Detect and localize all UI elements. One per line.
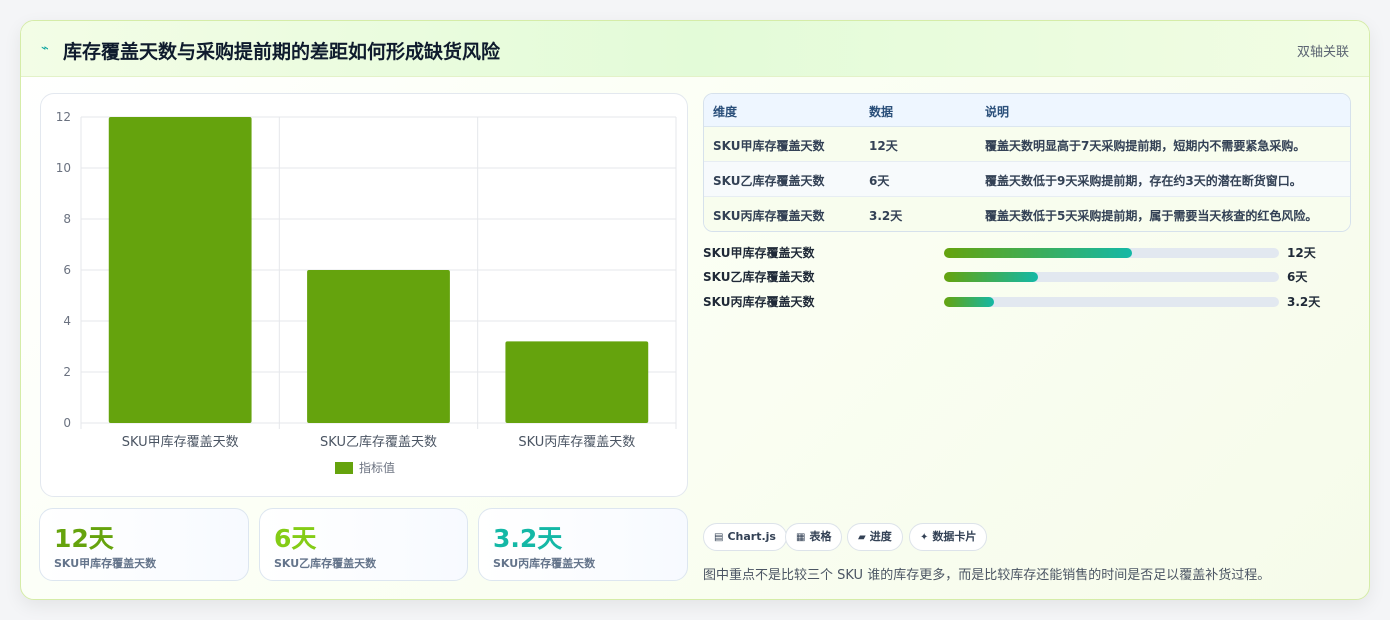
table-cell: 覆盖天数明显高于7天采购提前期，短期内不需要紧急采购。 — [985, 139, 1306, 153]
sparkle-icon: ✦ — [920, 532, 929, 543]
progress-track — [944, 272, 1279, 282]
table-header-cell: 维度 — [713, 105, 738, 119]
data-table: 维度 数据 说明 SKU甲库存覆盖天数 12天 覆盖天数明显高于7天采购提前期，… — [703, 93, 1351, 232]
dashboard-card: ⌁ 库存覆盖天数与采购提前期的差距如何形成缺货风险 双轴关联 0 2 4 6 8 10 12… — [20, 20, 1370, 600]
stat-card-sku-b: 6天 SKU乙库存覆盖天数 — [259, 508, 468, 581]
card-header: ⌁ 库存覆盖天数与采购提前期的差距如何形成缺货风险 双轴关联 — [21, 21, 1369, 77]
progress-value: 12天 — [1287, 246, 1316, 260]
y-tick-label: 2 — [63, 365, 71, 379]
progress-value: 3.2天 — [1287, 295, 1321, 309]
stat-value: 12天 — [54, 524, 114, 553]
progress-row-sku-b: SKU乙库存覆盖天数 6天 — [703, 268, 1351, 288]
chart-mode-tag: 双轴关联 — [1296, 45, 1349, 60]
progress-track — [944, 297, 1279, 307]
progress-label: SKU乙库存覆盖天数 — [703, 270, 815, 284]
table-cell: SKU甲库存覆盖天数 — [713, 139, 825, 153]
y-tick-label: 10 — [56, 161, 71, 175]
chip-label: Chart.js — [727, 530, 776, 543]
progress-icon: ▰ — [858, 532, 866, 543]
chip-progress[interactable]: ▰ 进度 — [847, 523, 903, 551]
stat-value: 6天 — [274, 524, 317, 553]
table-header-cell: 数据 — [869, 105, 894, 119]
table-header-row: 维度 数据 说明 — [704, 94, 1350, 127]
progress-row-sku-a: SKU甲库存覆盖天数 12天 — [703, 244, 1351, 264]
table-cell: 6天 — [869, 174, 890, 188]
table-header-cell: 说明 — [985, 105, 1010, 119]
page-title: 库存覆盖天数与采购提前期的差距如何形成缺货风险 — [63, 41, 501, 63]
progress-row-sku-c: SKU丙库存覆盖天数 3.2天 — [703, 293, 1351, 313]
y-tick-label: 12 — [56, 110, 71, 124]
stat-card-sku-c: 3.2天 SKU丙库存覆盖天数 — [478, 508, 688, 581]
bar — [505, 341, 649, 423]
x-tick-label: SKU丙库存覆盖天数 — [518, 434, 635, 450]
x-tick-label: SKU甲库存覆盖天数 — [122, 434, 239, 450]
legend-swatch — [335, 462, 353, 474]
progress-track — [944, 248, 1279, 258]
stat-label: SKU甲库存覆盖天数 — [54, 557, 157, 570]
stat-card-sku-a: 12天 SKU甲库存覆盖天数 — [39, 508, 249, 581]
legend-label: 指标值 — [359, 460, 395, 475]
y-tick-label: 4 — [63, 314, 71, 328]
stat-label: SKU乙库存覆盖天数 — [274, 557, 377, 570]
table-row: SKU甲库存覆盖天数 12天 覆盖天数明显高于7天采购提前期，短期内不需要紧急采… — [704, 127, 1350, 162]
chart-icon: ▤ — [714, 532, 724, 543]
table-cell: SKU乙库存覆盖天数 — [713, 174, 825, 188]
x-tick-label: SKU乙库存覆盖天数 — [320, 434, 437, 450]
table-cell: 3.2天 — [869, 209, 903, 223]
progress-fill — [944, 272, 1038, 282]
bar-chart-panel: 0 2 4 6 8 10 12 SKU甲库存覆盖天数 SKU乙库存覆盖天数 SKU丙库存覆盖天数指… — [40, 93, 688, 497]
y-tick-label: 6 — [63, 263, 71, 277]
y-tick-label: 8 — [63, 212, 71, 226]
bar-chart: 0 2 4 6 8 10 12 SKU甲库存覆盖天数 SKU乙库存覆盖天数 SKU丙库存覆盖天数指… — [56, 110, 677, 475]
bar — [108, 117, 252, 423]
progress-label: SKU甲库存覆盖天数 — [703, 246, 815, 260]
table-row: SKU乙库存覆盖天数 6天 覆盖天数低于9天采购提前期，存在约3天的潜在断货窗口… — [704, 162, 1350, 197]
chip-chartjs[interactable]: ▤ Chart.js — [703, 523, 787, 551]
chip-data-cards[interactable]: ✦ 数据卡片 — [909, 523, 988, 551]
y-tick-label: 0 — [63, 416, 71, 430]
table-cell: 覆盖天数低于9天采购提前期，存在约3天的潜在断货窗口。 — [985, 174, 1302, 188]
progress-label: SKU丙库存覆盖天数 — [703, 295, 815, 309]
table-icon: ▦ — [796, 532, 806, 543]
progress-value: 6天 — [1287, 270, 1308, 284]
bar — [307, 270, 450, 423]
lightning-icon: ⌁ — [41, 41, 49, 56]
footnote: 图中重点不是比较三个 SKU 谁的库存更多，而是比较库存还能销售的时间是否足以覆… — [703, 568, 1271, 583]
chip-table[interactable]: ▦ 表格 — [785, 523, 843, 551]
chip-label: 进度 — [869, 530, 892, 543]
progress-fill — [944, 248, 1132, 258]
table-row: SKU丙库存覆盖天数 3.2天 覆盖天数低于5天采购提前期，属于需要当天核查的红… — [704, 197, 1350, 231]
chip-label: 数据卡片 — [932, 530, 977, 543]
stat-label: SKU丙库存覆盖天数 — [493, 557, 596, 570]
table-cell: 覆盖天数低于5天采购提前期，属于需要当天核查的红色风险。 — [985, 209, 1318, 223]
table-cell: 12天 — [869, 139, 898, 153]
stat-value: 3.2天 — [493, 524, 563, 553]
table-cell: SKU丙库存覆盖天数 — [713, 209, 825, 223]
progress-fill — [944, 297, 995, 307]
chip-label: 表格 — [809, 530, 832, 543]
